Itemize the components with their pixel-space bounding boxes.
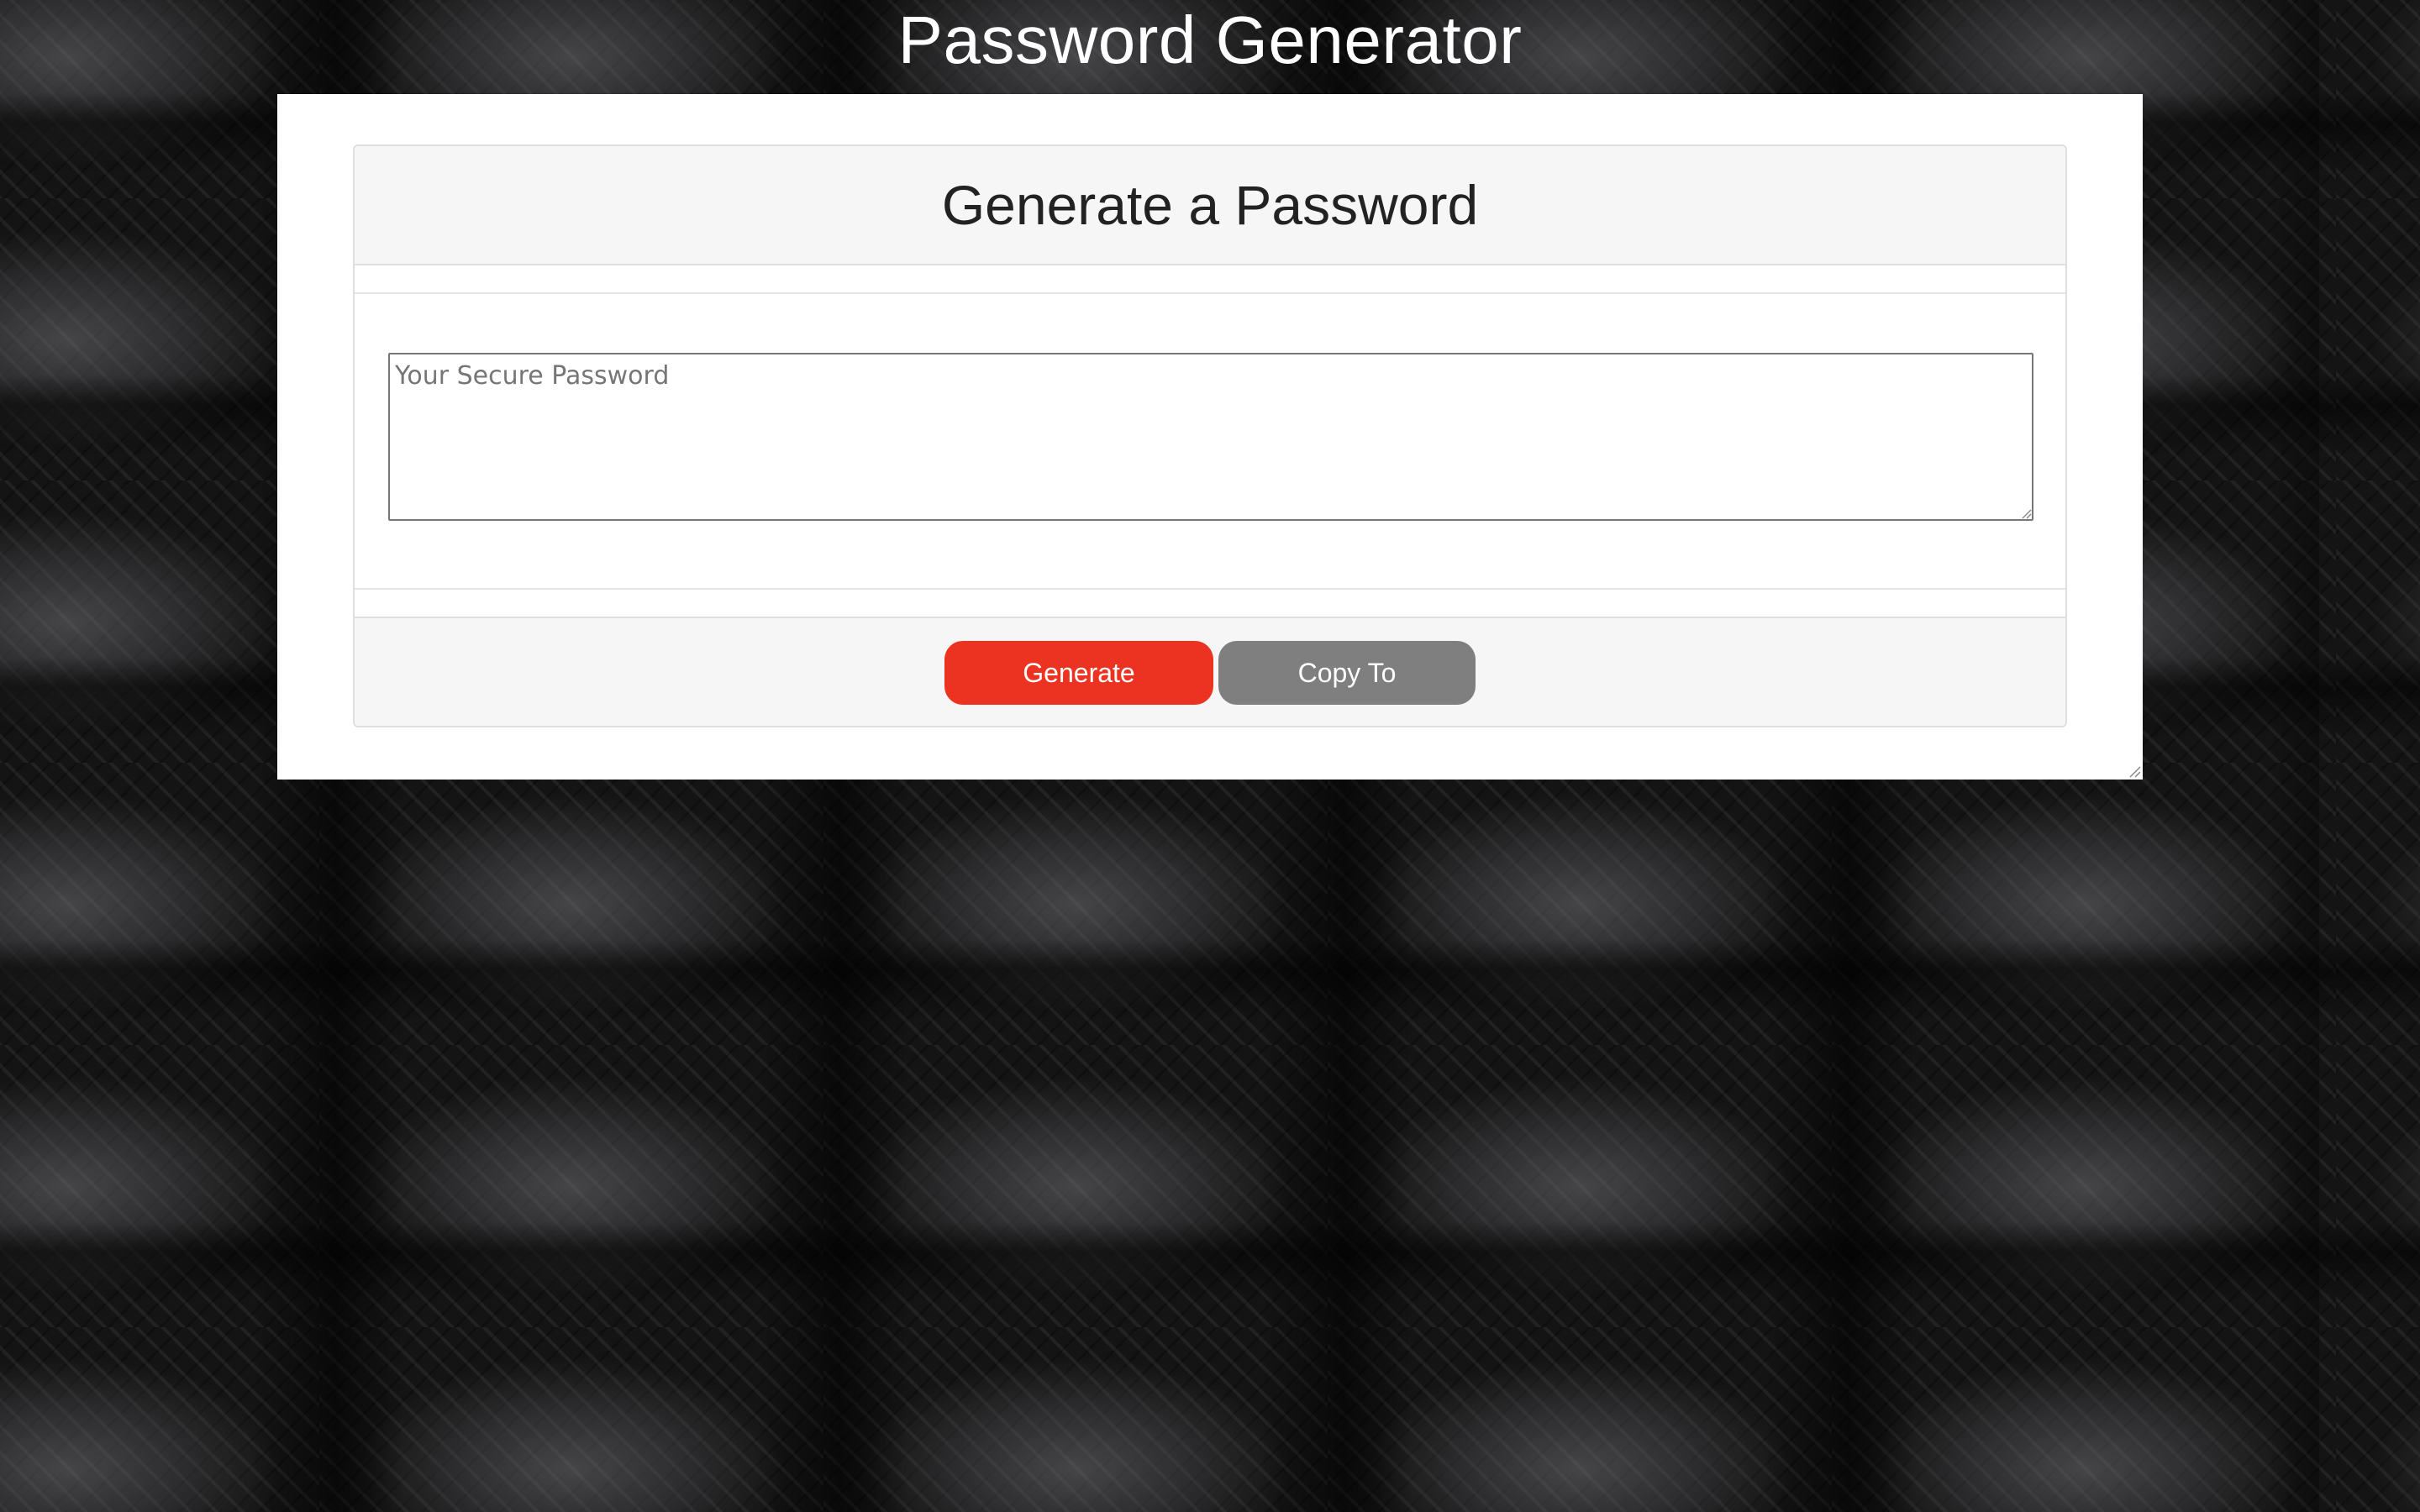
copy-to-clipboard-button[interactable]: Copy To Clipboard [1218,641,1476,726]
card-divider [355,590,2065,618]
card-body [355,294,2065,590]
generator-card: Generate a Password Generate Password Co… [353,144,2067,727]
card-title: Generate a Password [941,174,1479,236]
card-footer: Generate Password Copy To Clipboard [355,618,2065,726]
card-header: Generate a Password [355,146,2065,265]
main-container: Generate a Password Generate Password Co… [277,94,2143,780]
resize-handle-icon[interactable] [2129,766,2141,778]
card-divider [355,265,2065,294]
page-title: Password Generator [897,3,1523,77]
generate-password-button[interactable]: Generate Password [944,641,1213,726]
resize-handle-icon[interactable] [2022,509,2032,519]
password-output-field[interactable] [388,353,2033,521]
